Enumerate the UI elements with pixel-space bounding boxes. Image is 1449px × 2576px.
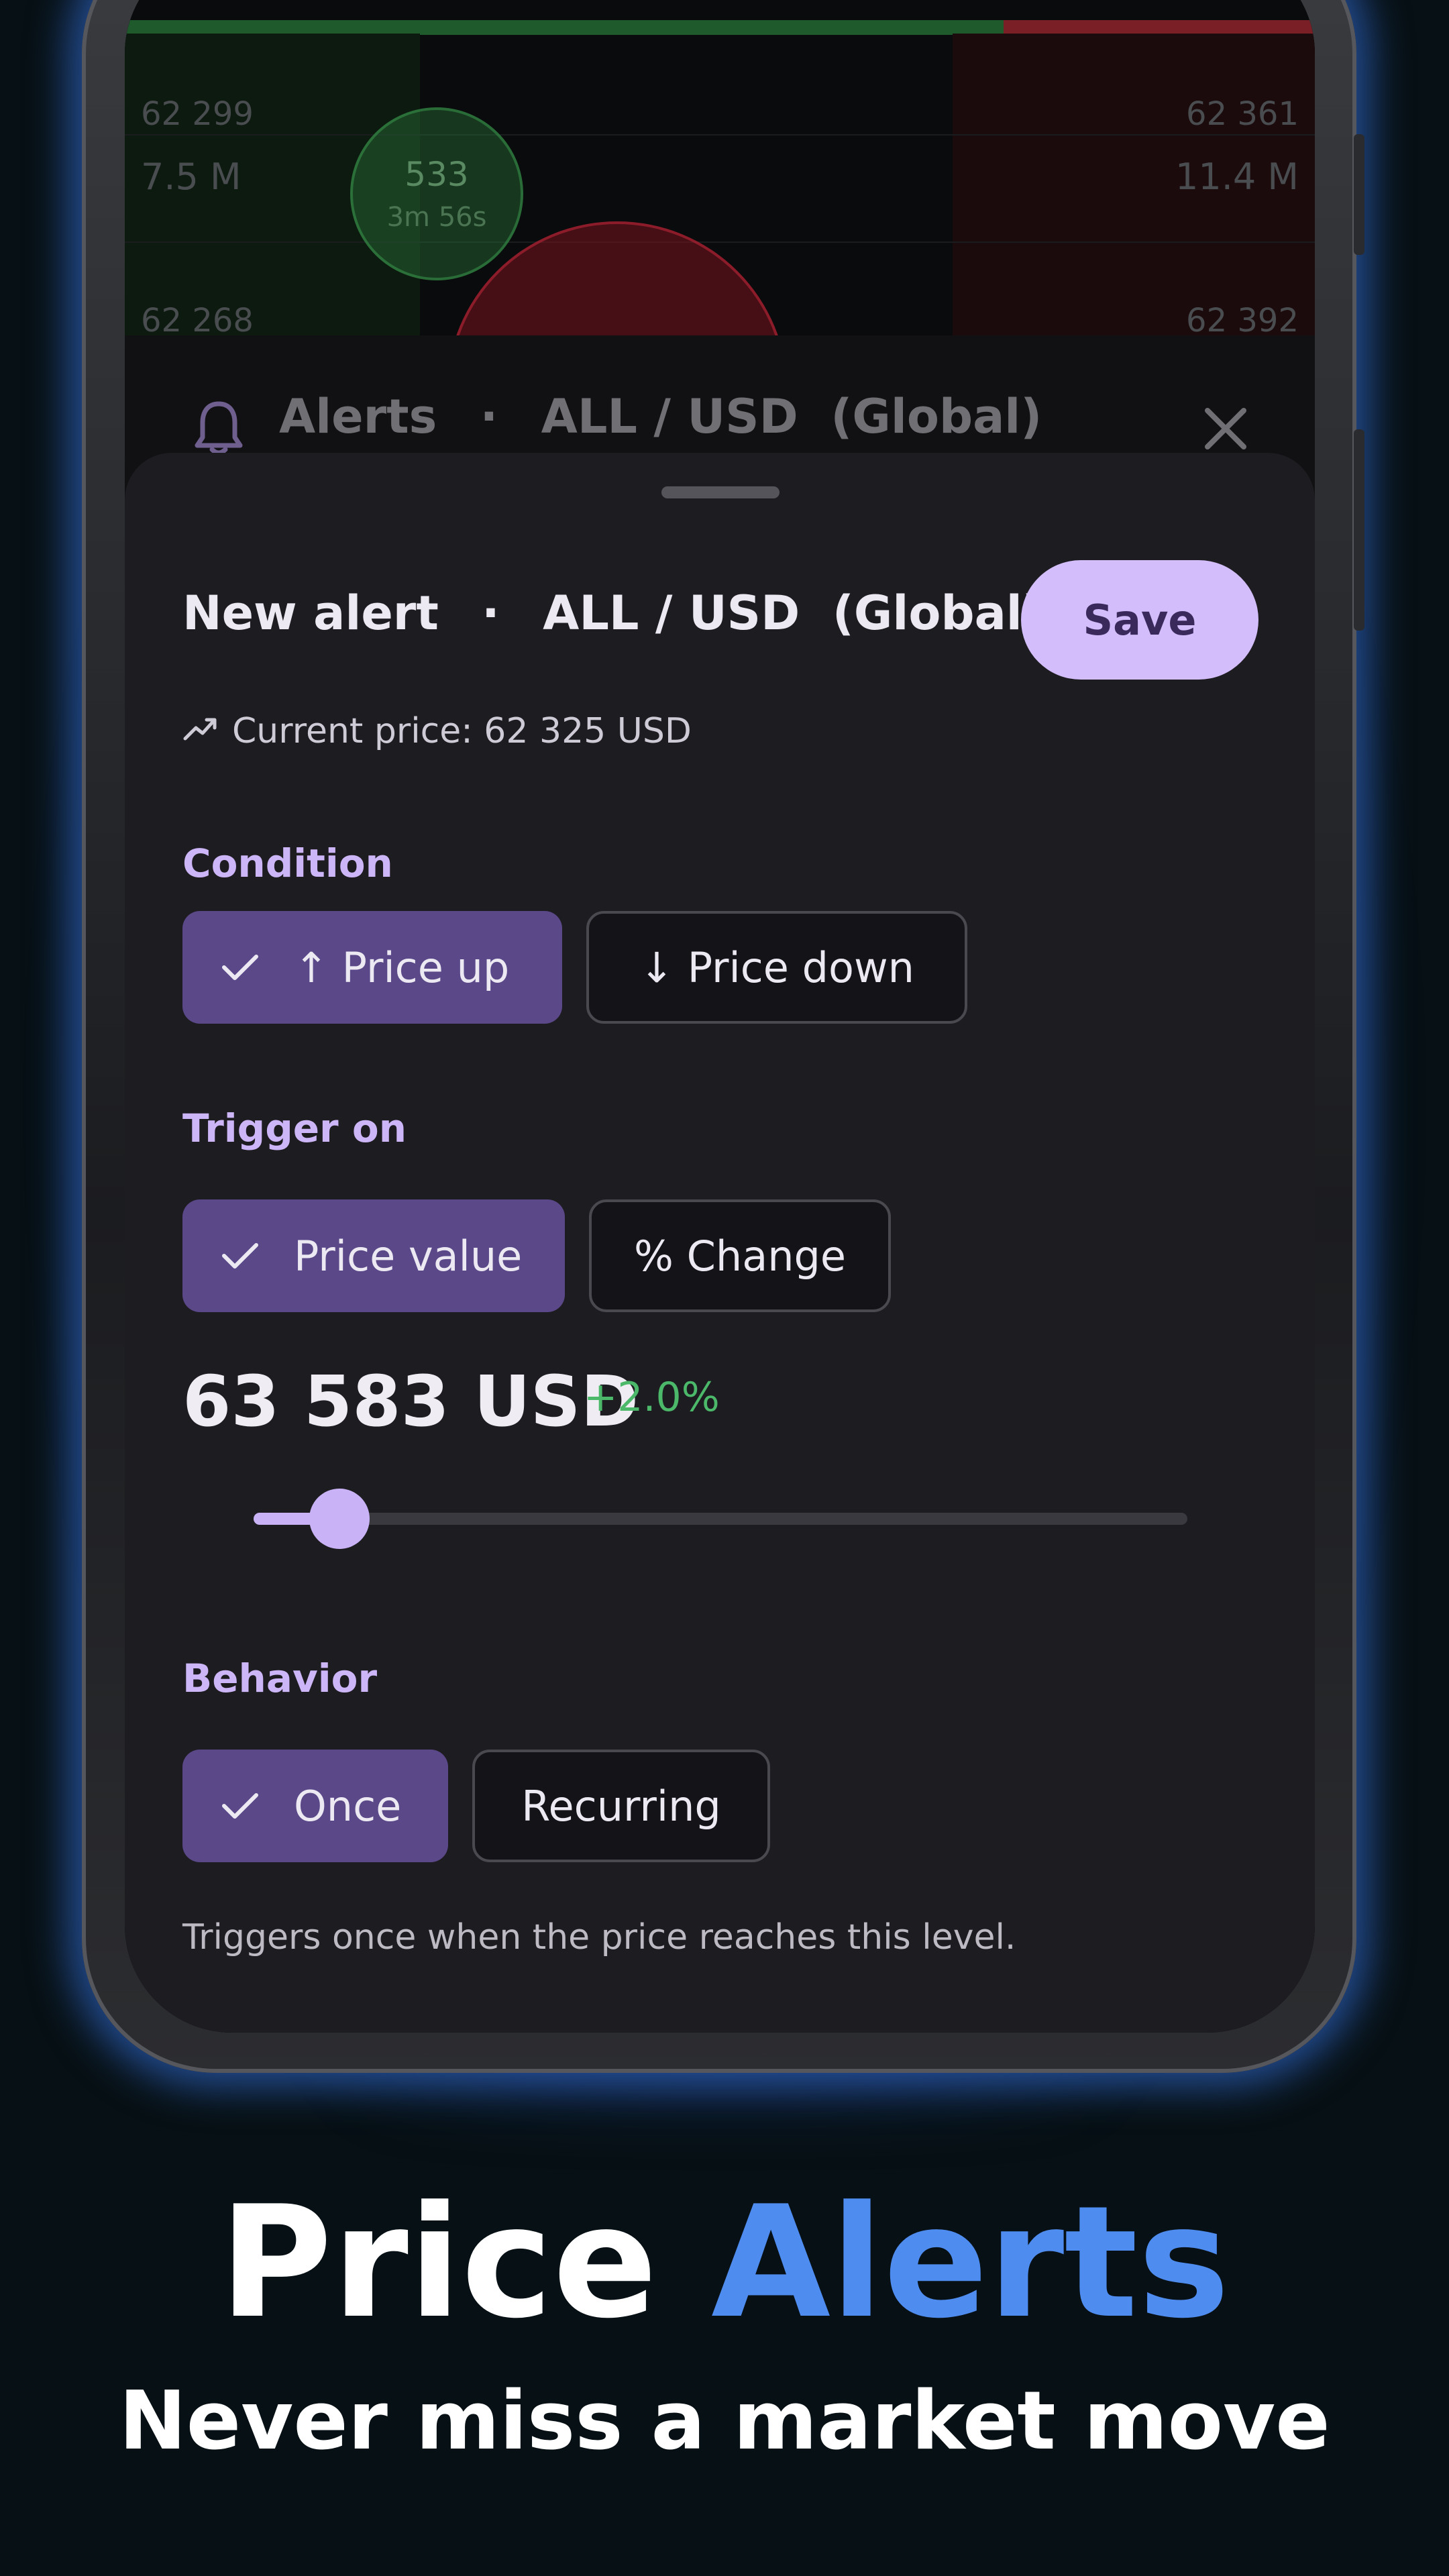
current-price-row: Current price: 62 325 USD xyxy=(182,711,692,751)
chip-label: Once xyxy=(294,1781,402,1831)
trigger-on-label: Trigger on xyxy=(182,1106,407,1151)
bubble-count: 533 xyxy=(405,155,469,194)
price-slider-fill xyxy=(254,1513,317,1525)
chip-label: Price value xyxy=(294,1231,523,1281)
chip-label: ↓ Price down xyxy=(639,943,914,992)
price-slider-track[interactable] xyxy=(254,1513,1187,1525)
bubble-time: 3m 56s xyxy=(386,202,487,233)
behavior-label: Behavior xyxy=(182,1656,378,1701)
target-price-value: 63 583 USD xyxy=(182,1360,639,1442)
sheet-title: New alert · ALL / USD (Global) xyxy=(182,586,1044,641)
chip-label: Recurring xyxy=(521,1781,721,1831)
price-level-label: 62 361 xyxy=(1186,95,1299,133)
price-level-label: 62 299 xyxy=(141,95,254,133)
phone-side-button xyxy=(1354,134,1364,255)
condition-label: Condition xyxy=(182,841,393,886)
chip-label: ↑ Price up xyxy=(294,943,510,992)
behavior-helper-text: Triggers once when the price reaches thi… xyxy=(182,1917,1016,1957)
price-gridline xyxy=(125,134,1315,136)
check-icon xyxy=(221,1241,259,1271)
condition-price-down-chip[interactable]: ↓ Price down xyxy=(586,911,967,1024)
trade-bubble-buy[interactable]: 533 3m 56s xyxy=(350,107,523,280)
chip-label: % Change xyxy=(634,1231,846,1281)
check-icon xyxy=(221,1791,259,1821)
price-level-label: 62 392 xyxy=(1186,302,1299,339)
behavior-once-chip[interactable]: Once xyxy=(182,1750,448,1862)
price-gridline xyxy=(125,241,1315,243)
marketing-headline: Price Alerts xyxy=(219,2174,1230,2353)
bell-icon xyxy=(192,400,246,460)
volume-label: 7.5 M xyxy=(141,156,241,198)
orderflow-chart: 62 299 7.5 M 62 268 62 361 11.4 M 62 392… xyxy=(125,0,1315,562)
sentiment-bar-sell xyxy=(1004,20,1315,35)
save-button[interactable]: Save xyxy=(1021,560,1258,680)
check-icon xyxy=(221,953,259,982)
trigger-percent-change-chip[interactable]: % Change xyxy=(589,1199,891,1312)
current-price-text: Current price: 62 325 USD xyxy=(232,711,692,751)
condition-price-up-chip[interactable]: ↑ Price up xyxy=(182,911,562,1024)
sentiment-bar-buy xyxy=(125,20,1004,35)
phone-side-button xyxy=(1354,429,1364,631)
price-slider-thumb[interactable] xyxy=(309,1489,370,1549)
behavior-recurring-chip[interactable]: Recurring xyxy=(472,1750,770,1862)
trend-up-icon xyxy=(182,711,217,751)
trigger-price-value-chip[interactable]: Price value xyxy=(182,1199,565,1312)
marketing-subline: Never miss a market move xyxy=(119,2375,1330,2468)
alerts-header-title: Alerts · ALL / USD (Global) xyxy=(279,389,1042,444)
price-level-label: 62 268 xyxy=(141,302,254,339)
target-price-change: +2.0% xyxy=(584,1374,720,1421)
sheet-drag-handle[interactable] xyxy=(661,486,780,498)
close-icon[interactable] xyxy=(1203,407,1248,453)
volume-label: 11.4 M xyxy=(1175,156,1299,198)
